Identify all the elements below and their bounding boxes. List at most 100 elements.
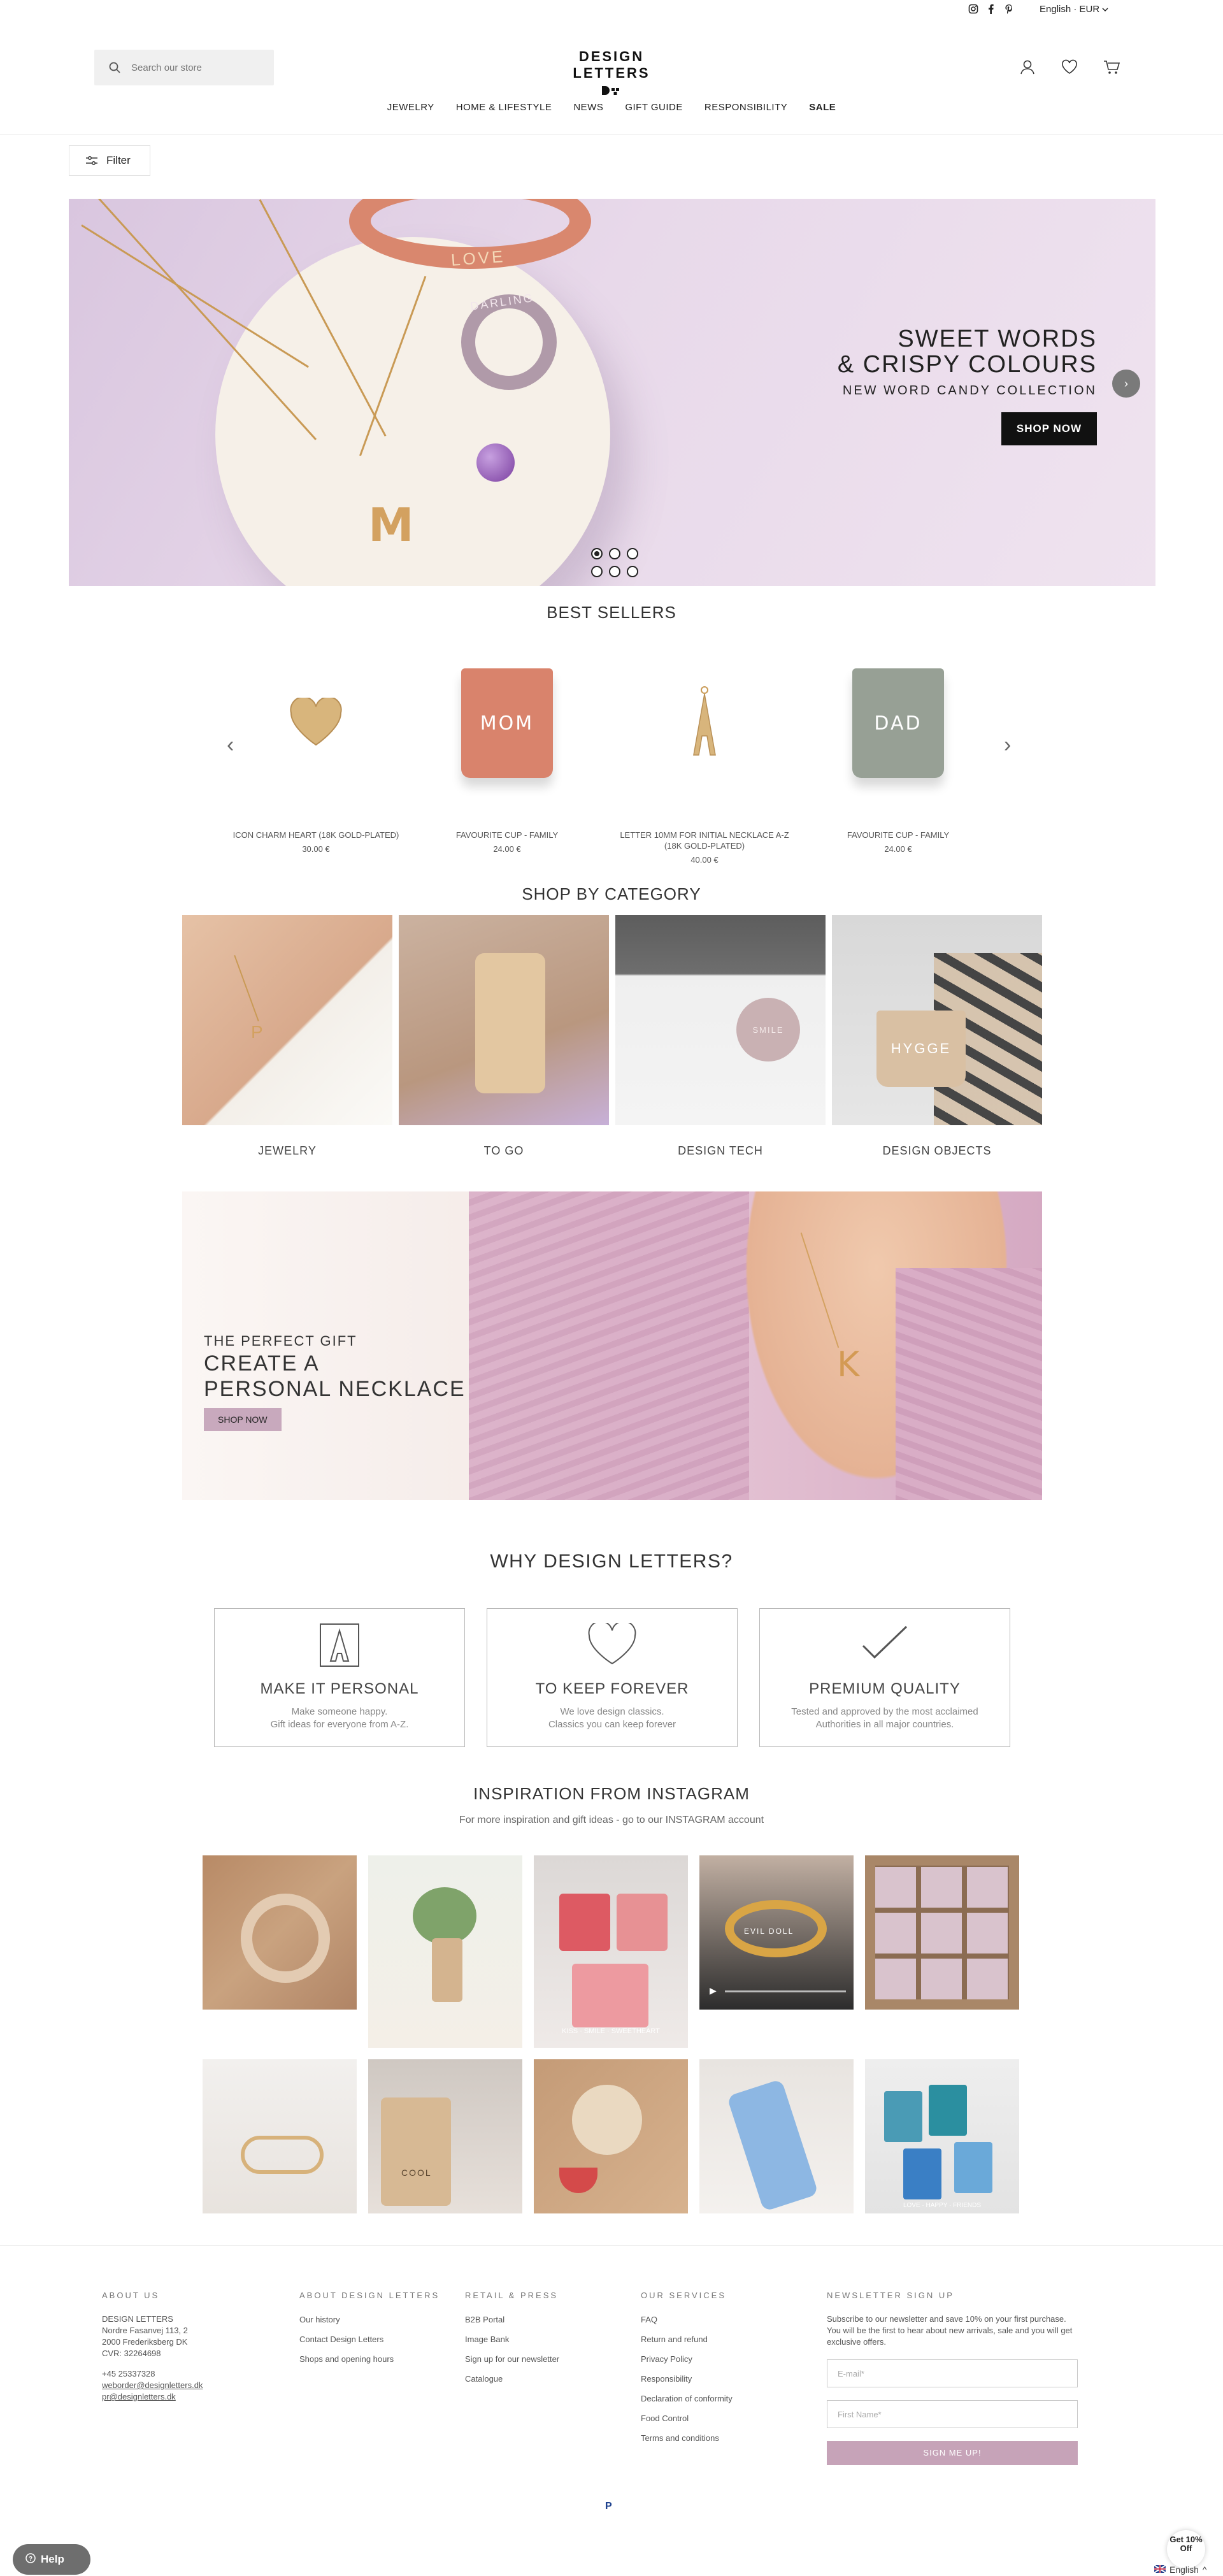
feature-card: MAKE IT PERSONAL Make someone happy. Gif… [214,1608,465,1747]
instagram-post[interactable] [368,1855,522,2048]
search-input[interactable] [131,62,259,73]
banner-sweater-image [896,1268,1042,1500]
category-image [399,915,609,1125]
chevron-right-icon: › [1124,377,1128,390]
slider-dot[interactable] [609,566,620,577]
feature-desc-line: We love design classics. [560,1706,664,1717]
product-card[interactable]: LETTER 10MM FOR INITIAL NECKLACE A-Z (18… [615,656,794,865]
instagram-post[interactable] [699,2059,854,2213]
footer-link[interactable]: Shops and opening hours [299,2353,440,2366]
footer-link[interactable]: Terms and conditions [641,2432,733,2445]
category-card-to-go[interactable]: TO GO [399,915,609,1158]
hero-slider[interactable]: LOVE DARLING M SWEET WORDS & CRISPY COLO… [69,199,1155,586]
product-name: LETTER 10MM FOR INITIAL NECKLACE A-Z (18… [620,830,789,851]
footer-link[interactable]: B2B Portal [465,2313,559,2326]
facebook-icon[interactable] [986,4,996,14]
slider-pagination [591,548,648,577]
footer-services: OUR SERVICES FAQ Return and refund Priva… [641,2289,733,2452]
category-image: HYGGE [832,915,1042,1125]
search-box[interactable] [94,50,274,85]
product-card[interactable]: MOM FAVOURITE CUP - FAMILY 24.00 € [418,656,596,854]
instagram-post[interactable]: LOVE · HAPPY · FRIENDS [865,2059,1019,2213]
footer-heading: NEWSLETTER SIGN UP [827,2291,954,2300]
top-utility-bar: English · EUR [0,0,1223,20]
footer-link[interactable]: Our history [299,2313,440,2326]
nav-responsibility[interactable]: RESPONSIBILITY [704,102,787,113]
site-logo[interactable]: DESIGN LETTERS [548,48,675,97]
feature-title: PREMIUM QUALITY [809,1680,961,1697]
product-card[interactable]: DAD FAVOURITE CUP - FAMILY 24.00 € [809,656,987,854]
category-image: P [182,915,392,1125]
instagram-video-post[interactable]: EVIL DOLL ▶ [699,1855,854,2010]
category-card-jewelry[interactable]: P JEWELRY [182,915,392,1158]
instagram-post-text: EVIL DOLL [744,1927,794,1936]
nav-jewelry[interactable]: JEWELRY [387,102,434,113]
category-card-design-tech[interactable]: SMILE DESIGN TECH [615,915,826,1158]
footer-heading: ABOUT DESIGN LETTERS [299,2291,440,2300]
footer-link[interactable]: Image Bank [465,2333,559,2346]
discount-popup-button[interactable]: Get 10% Off [1167,2530,1205,2568]
newsletter-name-field[interactable]: First Name* [827,2400,1078,2428]
slider-next-button[interactable]: › [1112,370,1140,398]
footer-about-dl: ABOUT DESIGN LETTERS Our history Contact… [299,2289,440,2373]
language-picker-label: English [1169,2565,1199,2575]
footer-link[interactable]: Contact Design Letters [299,2333,440,2346]
wishlist-heart-icon[interactable] [1060,57,1079,76]
product-card[interactable]: ICON CHARM HEART (18K GOLD-PLATED) 30.00… [227,656,405,854]
account-icon[interactable] [1018,57,1037,76]
instagram-post[interactable]: COOL [368,2059,522,2213]
category-title: SHOP BY CATEGORY [522,884,701,903]
carousel-next-button[interactable]: › [1004,733,1011,758]
instagram-post[interactable] [203,1855,357,2010]
instagram-post[interactable] [534,2059,688,2213]
slider-dot[interactable] [591,566,603,577]
slider-dot[interactable] [591,548,603,559]
chevron-down-icon [1102,4,1108,15]
newsletter-signup-button[interactable]: SIGN ME UP! [827,2441,1078,2465]
footer-link[interactable]: Food Control [641,2412,733,2425]
pinterest-icon[interactable] [1004,4,1014,14]
footer-link[interactable]: Catalogue [465,2373,559,2385]
newsletter-email-field[interactable]: E-mail* [827,2359,1078,2387]
cart-icon[interactable] [1102,57,1121,76]
footer-link[interactable]: FAQ [641,2313,733,2326]
video-progress-bar[interactable] [725,1990,846,1992]
footer-link[interactable]: Return and refund [641,2333,733,2346]
banner-kicker: THE PERFECT GIFT [204,1333,357,1349]
hero-copy: SWEET WORDS & CRISPY COLOURS NEW WORD CA… [838,326,1097,445]
filter-button[interactable]: Filter [69,145,150,176]
personal-necklace-banner[interactable]: K THE PERFECT GIFT CREATE A PERSONAL NEC… [182,1191,1042,1500]
category-card-design-objects[interactable]: HYGGE DESIGN OBJECTS [832,915,1042,1158]
banner-shop-now-button[interactable]: SHOP NOW [204,1408,282,1431]
product-name: FAVOURITE CUP - FAMILY [455,830,559,840]
slider-dot[interactable] [627,548,638,559]
help-button[interactable]: ? Help [13,2544,90,2575]
instagram-icon[interactable] [968,4,978,14]
slider-dot[interactable] [627,566,638,577]
instagram-subtitle: For more inspiration and gift ideas - go… [459,1815,764,1825]
footer-link[interactable]: Sign up for our newsletter [465,2353,559,2366]
instagram-post[interactable]: KISS · SMILE · SWEETHEART [534,1855,688,2048]
nav-sale[interactable]: SALE [809,102,836,113]
email-link[interactable]: weborder@designletters.dk [102,2380,203,2391]
best-sellers-title: BEST SELLERS [547,603,676,622]
nav-gift-guide[interactable]: GIFT GUIDE [625,102,683,113]
hero-shop-now-button[interactable]: SHOP NOW [1001,412,1097,445]
slider-dot[interactable] [609,548,620,559]
footer-link[interactable]: Privacy Policy [641,2353,733,2366]
language-picker[interactable]: English ^ [1154,2565,1207,2575]
footer-about: ABOUT US DESIGN LETTERS Nordre Fasanvej … [102,2289,203,2403]
main-navigation: JEWELRY HOME & LIFESTYLE NEWS GIFT GUIDE… [0,102,1223,113]
phone-link[interactable]: +45 25337328 [102,2368,203,2380]
instagram-post[interactable] [203,2059,357,2213]
email-link[interactable]: pr@designletters.dk [102,2391,203,2403]
nav-home-lifestyle[interactable]: HOME & LIFESTYLE [456,102,552,113]
play-icon[interactable]: ▶ [710,1985,717,1996]
footer-link[interactable]: Responsibility [641,2373,733,2385]
instagram-post[interactable] [865,1855,1019,2010]
nav-news[interactable]: NEWS [573,102,603,113]
language-currency-selector[interactable]: English · EUR [1040,4,1108,15]
banner-sweater-image [469,1191,749,1500]
footer-link[interactable]: Declaration of conformity [641,2393,733,2405]
feature-title: MAKE IT PERSONAL [260,1680,419,1697]
